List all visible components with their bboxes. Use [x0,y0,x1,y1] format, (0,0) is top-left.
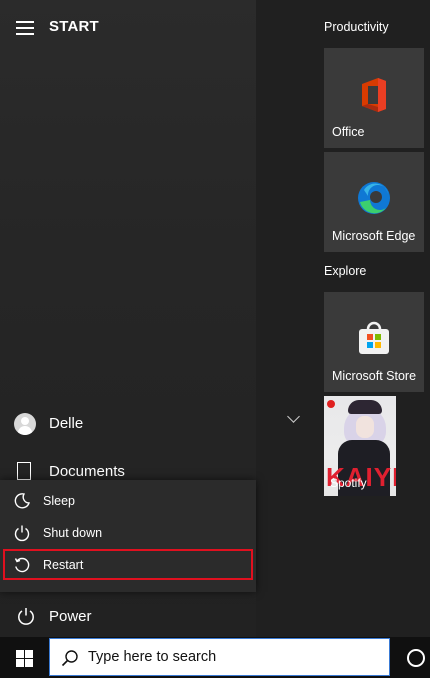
search-icon [61,650,78,667]
edge-icon [358,182,390,214]
hamburger-menu-icon[interactable] [16,21,34,35]
power-options-menu: Sleep Shut down Restart [0,480,256,592]
group-label-productivity: Productivity [324,20,389,34]
user-name-label: Delle [49,415,84,432]
restart-menu-item[interactable]: Restart [0,550,256,580]
document-icon [17,462,31,480]
tile-microsoft-store-label: Microsoft Store [332,369,417,383]
power-icon [18,608,34,625]
start-title: START [49,18,99,35]
tile-microsoft-edge-label: Microsoft Edge [332,229,416,243]
windows-start-button[interactable] [0,637,48,678]
windows-logo-icon [16,650,24,658]
tile-office[interactable]: Office [324,48,424,148]
tile-spotify[interactable]: KAIYE Spotify [324,396,396,496]
taskbar-search-box[interactable]: Type here to search [49,638,390,676]
tile-microsoft-store[interactable]: Microsoft Store [324,292,424,392]
sleep-label: Sleep [43,494,75,508]
power-icon [14,525,30,542]
office-icon [362,78,386,112]
shut-down-label: Shut down [43,526,103,540]
user-avatar-icon [14,413,36,435]
user-account-item[interactable]: Delle [0,406,256,442]
restart-icon [14,557,30,573]
search-placeholder: Type here to search [88,649,217,665]
tile-office-label: Office [332,125,365,139]
sleep-menu-item[interactable]: Sleep [0,486,256,516]
spotify-badge-icon [327,400,335,408]
power-label: Power [49,608,92,625]
store-icon [359,321,389,354]
group-label-explore: Explore [324,264,367,278]
documents-label: Documents [49,463,125,480]
moon-icon [14,493,30,509]
tile-spotify-label: Spotify [330,476,367,490]
taskbar: Type here to search [0,637,430,678]
restart-label: Restart [43,558,84,572]
cortana-icon[interactable] [407,649,425,667]
shut-down-menu-item[interactable]: Shut down [0,518,256,548]
tile-microsoft-edge[interactable]: Microsoft Edge [324,152,424,252]
power-button[interactable]: Power [0,600,256,632]
